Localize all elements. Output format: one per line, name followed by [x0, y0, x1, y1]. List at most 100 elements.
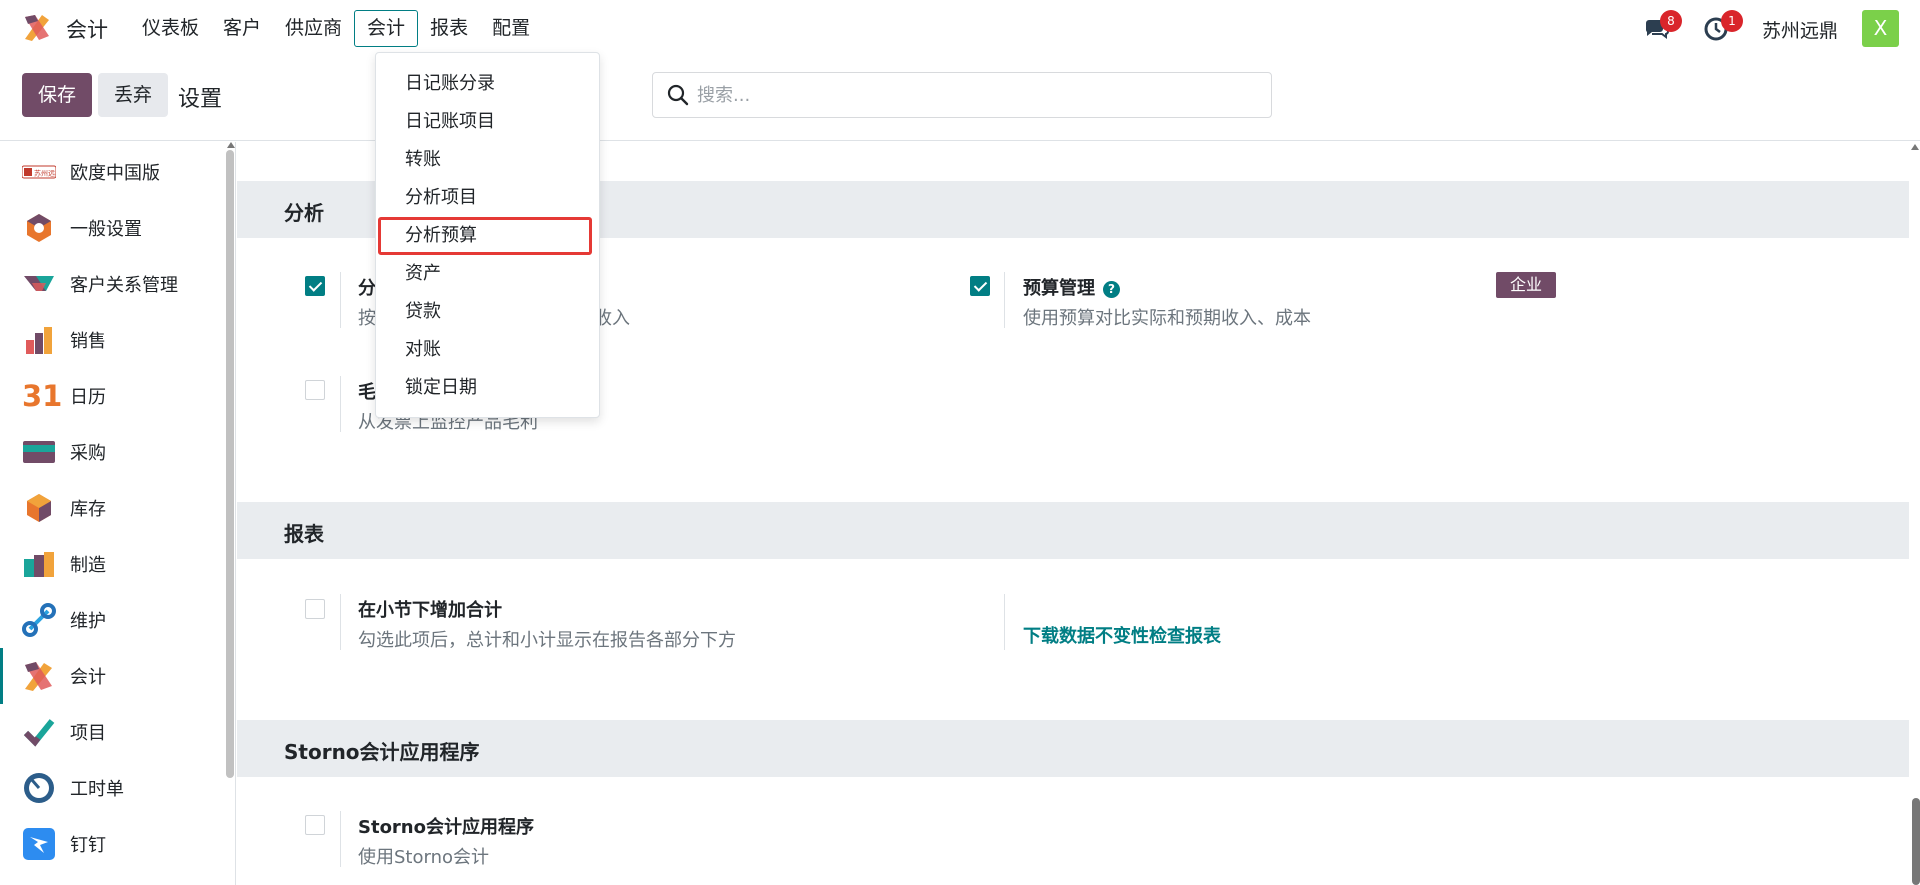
setting-title: 预算管理? [1023, 274, 1120, 300]
menu-item-analytic-budgets[interactable]: 分析预算 [378, 217, 592, 255]
sidebar-item-purchase[interactable]: 采购 [0, 424, 226, 480]
setting-divider [340, 272, 341, 328]
save-button[interactable]: 保存 [22, 73, 92, 117]
main-scroll-up-arrow[interactable] [1911, 144, 1919, 150]
menu-configuration[interactable]: 配置 [480, 10, 542, 47]
sidebar-item-label: 销售 [70, 331, 106, 352]
project-icon [23, 719, 55, 747]
analytic-accounting-checkbox[interactable] [305, 276, 325, 296]
setting-title: 分 [358, 278, 376, 299]
app-name[interactable]: 会计 [66, 14, 108, 44]
discard-button[interactable]: 丢弃 [98, 73, 168, 117]
subtotals-checkbox[interactable] [305, 599, 325, 619]
setting-divider [340, 376, 341, 432]
messages-badge: 8 [1660, 10, 1682, 32]
sidebar-item-sales[interactable]: 销售 [0, 312, 226, 368]
main-menu: 仪表板 客户 供应商 会计 报表 配置 [130, 10, 542, 47]
setting-divider [340, 811, 341, 867]
enterprise-badge: 企业 [1496, 272, 1556, 298]
sidebar-item-label: 欧度中国版 [70, 163, 160, 184]
storno-checkbox[interactable] [305, 815, 325, 835]
sidebar-item-label: 维护 [70, 611, 106, 632]
sidebar-scrollbar[interactable] [226, 150, 234, 778]
menu-item-journal-entries[interactable]: 日记账分录 [376, 65, 599, 103]
menu-item-assets[interactable]: 资产 [376, 255, 599, 293]
accounting-icon [25, 662, 52, 691]
menu-item-analytic-items[interactable]: 分析项目 [376, 179, 599, 217]
section-title: 报表 [284, 522, 324, 546]
page-title: 设置 [178, 87, 223, 112]
search-box[interactable] [652, 72, 1272, 118]
messages-button[interactable]: 8 [1642, 10, 1682, 42]
section-title: Storno会计应用程序 [284, 740, 480, 764]
sidebar-item-project[interactable]: 项目 [0, 704, 226, 760]
activity-badge: 1 [1721, 10, 1743, 32]
sidebar-scroll-up-arrow[interactable] [227, 142, 235, 148]
setting-description: 按 [358, 308, 376, 329]
search-input[interactable] [697, 73, 1257, 117]
sidebar-item-label: 钉钉 [70, 835, 106, 856]
crm-icon [24, 276, 54, 291]
sidebar-item-label: 制造 [70, 555, 106, 576]
menu-item-journal-items[interactable]: 日记账项目 [376, 103, 599, 141]
setting-description: 勾选此项后，总计和小计显示在报告各部分下方 [358, 630, 736, 651]
sidebar-item-crm[interactable]: 客户关系管理 [0, 256, 226, 312]
setting-title: Storno会计应用程序 [358, 817, 534, 838]
menu-reporting[interactable]: 报表 [418, 10, 480, 47]
sidebar-item-label: 会计 [70, 667, 106, 688]
help-icon[interactable]: ? [1103, 281, 1120, 298]
menu-accounting[interactable]: 会计 [354, 10, 419, 47]
section-title: 分析 [284, 201, 324, 225]
calendar-icon: 31 [22, 379, 63, 413]
setting-title: 毛 [358, 382, 376, 403]
sidebar-item-dingtalk[interactable]: 钉钉 [0, 816, 226, 872]
company-switcher[interactable]: 苏州远鼎 [1762, 16, 1838, 43]
accounting-dropdown-menu: 日记账分录 日记账项目 转账 分析项目 分析预算 资产 贷款 对账 锁定日期 [375, 52, 600, 418]
sidebar-item-label: 采购 [70, 443, 106, 464]
main-scrollbar[interactable] [1912, 798, 1920, 885]
menu-vendors[interactable]: 供应商 [273, 10, 354, 47]
top-navbar: 会计 仪表板 客户 供应商 会计 报表 配置 8 1 苏州远鼎 X [0, 0, 1920, 57]
timesheet-icon [24, 773, 54, 803]
maintenance-icon [22, 603, 56, 637]
section-header-storno: Storno会计应用程序 [237, 720, 1909, 777]
menu-item-transfers[interactable]: 转账 [376, 141, 599, 179]
sidebar-item-calendar[interactable]: 31 日历 [0, 368, 226, 424]
budget-management-title: 预算管理 [1023, 278, 1095, 299]
setting-description: 使用Storno会计 [358, 847, 490, 868]
sidebar-item-general-settings[interactable]: 一般设置 [0, 200, 226, 256]
menu-item-reconciliation[interactable]: 对账 [376, 331, 599, 369]
menu-customers[interactable]: 客户 [211, 10, 273, 47]
sidebar-item-label: 库存 [70, 499, 106, 520]
activity-button[interactable]: 1 [1703, 10, 1743, 42]
settings-sidebar: 苏州远鼎 欧度中国版 一般设置 客户关系管理 销售 31 日历 [0, 142, 236, 885]
accounting-app-icon[interactable] [22, 12, 52, 42]
sidebar-item-odoo-china[interactable]: 苏州远鼎 欧度中国版 [0, 144, 226, 200]
sidebar-item-label: 工时单 [70, 779, 124, 800]
margin-analysis-checkbox[interactable] [305, 380, 325, 400]
budget-management-checkbox[interactable] [970, 276, 990, 296]
sidebar-item-manufacturing[interactable]: 制造 [0, 536, 226, 592]
sales-icon [26, 327, 52, 354]
setting-divider [1004, 594, 1005, 650]
sidebar-item-label: 一般设置 [70, 219, 142, 240]
setting-description: 使用预算对比实际和预期收入、成本 [1023, 308, 1311, 329]
sidebar-item-maintenance[interactable]: 维护 [0, 592, 226, 648]
brand-logo-text: 苏州远鼎 [34, 169, 56, 178]
section-header-reports: 报表 [237, 502, 1909, 559]
manufacturing-icon [24, 552, 54, 577]
setting-divider [340, 594, 341, 650]
sidebar-item-accounting[interactable]: 会计 [0, 648, 226, 704]
download-integrity-report-link[interactable]: 下载数据不变性检查报表 [1023, 622, 1221, 648]
sidebar-item-label: 日历 [70, 387, 106, 408]
menu-dashboard[interactable]: 仪表板 [130, 10, 211, 47]
user-avatar[interactable]: X [1862, 10, 1899, 47]
control-panel: 保存 丢弃 设置 [0, 57, 1920, 141]
setting-divider [1004, 272, 1005, 328]
menu-item-lock-dates[interactable]: 锁定日期 [376, 369, 599, 407]
sidebar-item-label: 客户关系管理 [70, 275, 178, 296]
sidebar-item-timesheet[interactable]: 工时单 [0, 760, 226, 816]
sidebar-item-label: 项目 [70, 723, 106, 744]
sidebar-item-inventory[interactable]: 库存 [0, 480, 226, 536]
menu-item-loans[interactable]: 贷款 [376, 293, 599, 331]
